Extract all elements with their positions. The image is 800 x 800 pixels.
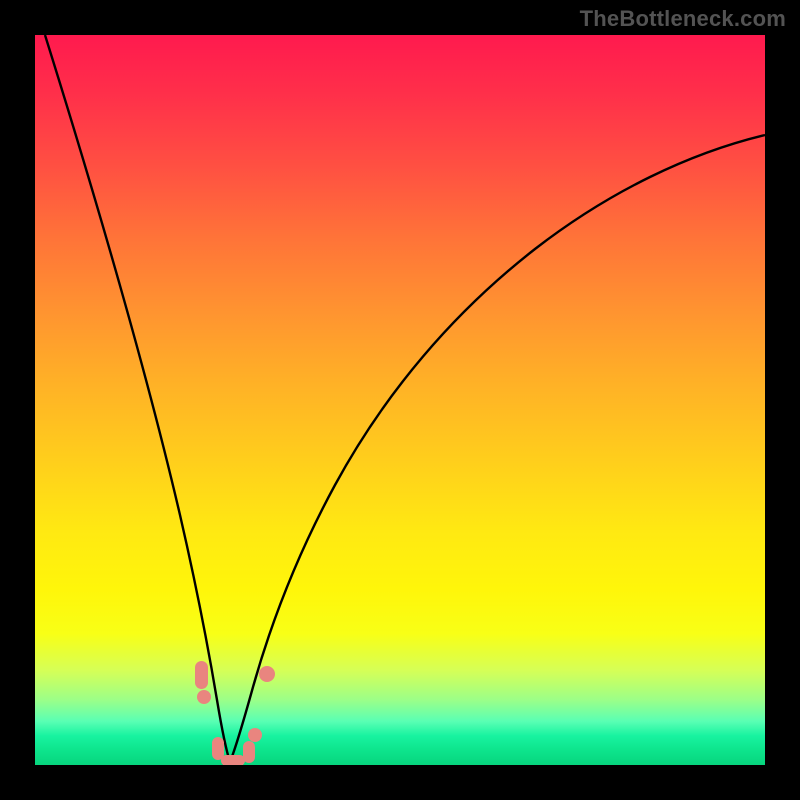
marker-dot	[197, 690, 211, 704]
marker-dot	[248, 728, 262, 742]
watermark-text: TheBottleneck.com	[580, 6, 786, 32]
marker-pill	[195, 661, 208, 689]
marker-pill	[243, 741, 255, 763]
curve-layer	[35, 35, 765, 765]
plot-area	[35, 35, 765, 765]
marker-pill	[212, 737, 224, 760]
right-curve	[230, 135, 765, 762]
marker-dot	[259, 666, 275, 682]
left-curve	[45, 35, 230, 762]
marker-pill	[221, 755, 245, 765]
chart-frame: TheBottleneck.com	[0, 0, 800, 800]
